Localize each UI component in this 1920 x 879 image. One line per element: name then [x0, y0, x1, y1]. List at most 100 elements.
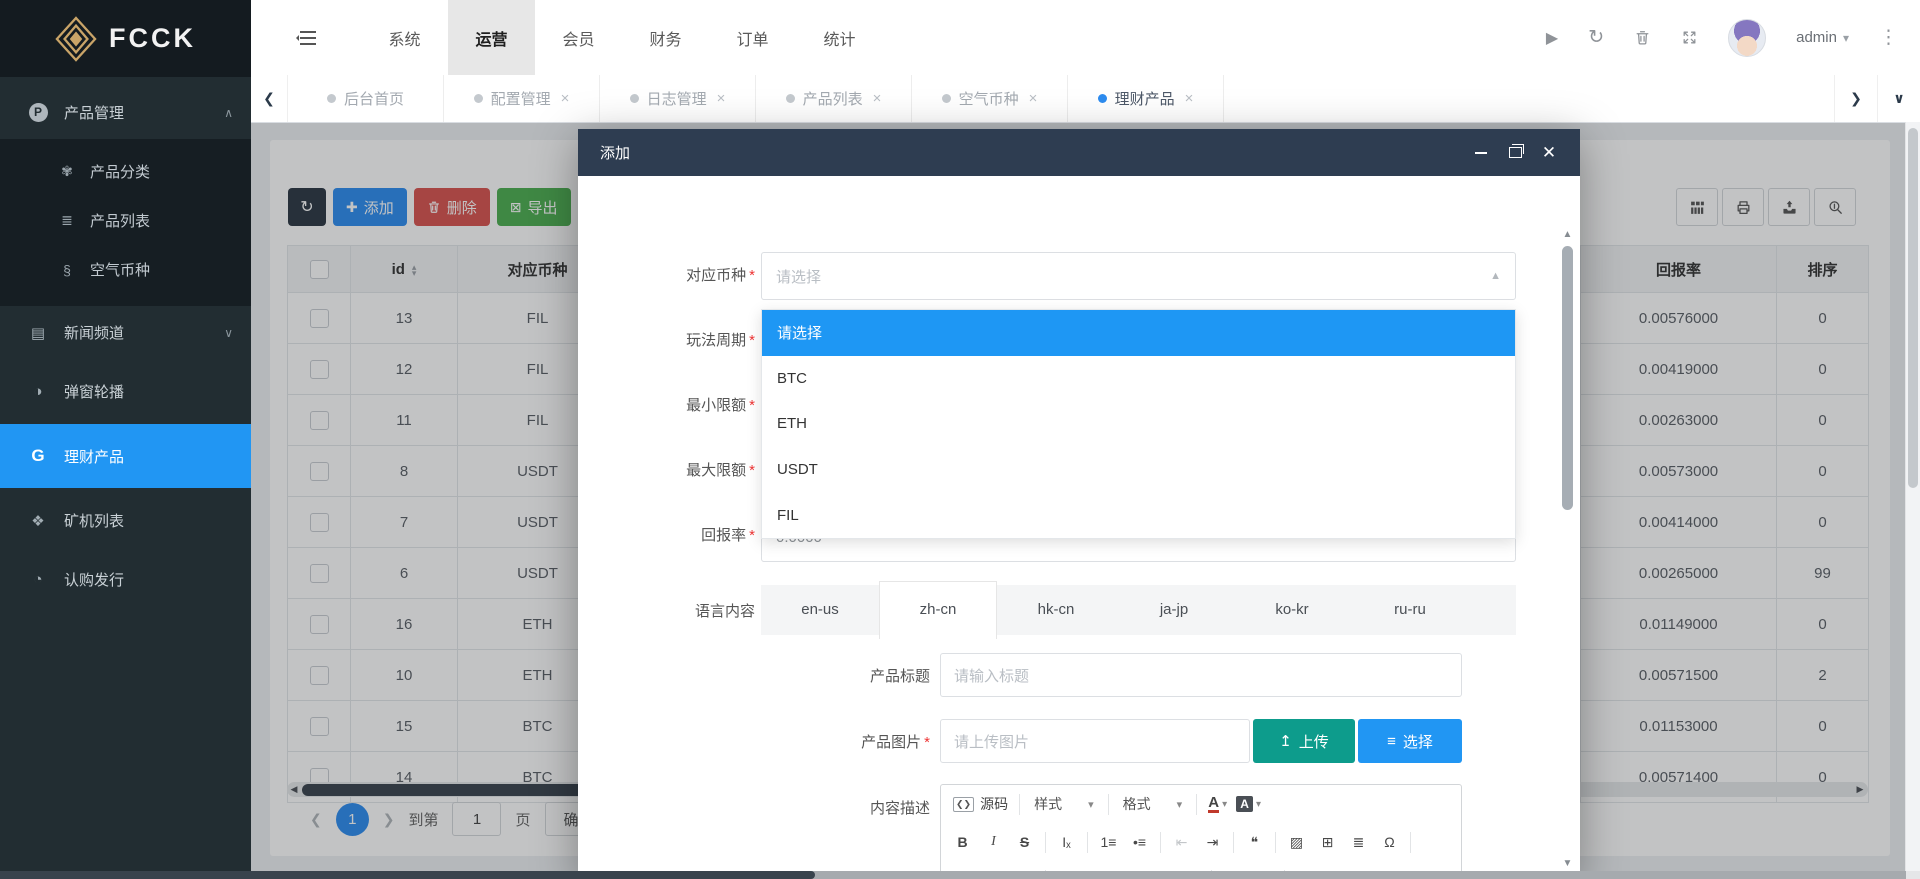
style-select[interactable]: 样式▾ — [1025, 791, 1103, 818]
sidebar-toggle-icon — [296, 31, 316, 45]
bullet-list-icon[interactable]: •≡ — [1124, 828, 1155, 856]
strike-icon[interactable]: S — [1009, 828, 1040, 856]
format-select[interactable]: 格式▾ — [1114, 791, 1192, 818]
minimize-icon[interactable] — [1472, 144, 1490, 162]
text-color-icon[interactable]: A▾ — [1202, 790, 1233, 818]
scroll-up-icon[interactable]: ▲ — [1561, 228, 1574, 242]
currency-select[interactable]: 请选择▲ — [761, 252, 1516, 300]
product-image-input[interactable]: 请上传图片 — [940, 719, 1250, 763]
page-tab[interactable]: 后台首页 — [288, 75, 444, 122]
carousel-icon: ◑ — [26, 383, 50, 400]
nav-item-2[interactable]: 运营 — [448, 0, 535, 75]
remove-format-icon[interactable]: Iₓ — [1051, 828, 1082, 856]
fullscreen-icon[interactable] — [1681, 29, 1698, 46]
tab-close-icon[interactable]: × — [873, 90, 882, 107]
special-char-icon[interactable]: Ω — [1374, 828, 1405, 856]
tab-close-icon[interactable]: × — [1029, 90, 1038, 107]
tabs-scroll-right-button[interactable]: ❯ — [1834, 75, 1877, 122]
page-horizontal-scrollbar[interactable] — [0, 871, 1920, 879]
kebab-menu-icon[interactable]: ⋮ — [1879, 26, 1898, 49]
input-placeholder: 请上传图片 — [954, 731, 1029, 752]
scrollbar-thumb[interactable] — [1908, 128, 1918, 488]
image-icon[interactable]: ▨ — [1281, 828, 1312, 856]
bold-icon[interactable]: B — [947, 828, 978, 856]
required-star: * — [924, 734, 930, 751]
page-tab[interactable]: 日志管理× — [600, 75, 756, 122]
refresh-icon[interactable]: ↻ — [1588, 26, 1604, 49]
sidebar-item-矿机列表[interactable]: ❖矿机列表 — [0, 494, 251, 547]
nav-item-6[interactable]: 统计 — [796, 0, 883, 75]
table-icon[interactable]: ⊞ — [1312, 828, 1343, 856]
dialog-scrollbar[interactable]: ▲ ▼ — [1561, 228, 1574, 871]
choose-button[interactable]: ≡ 选择 — [1358, 719, 1462, 763]
tab-dot-icon — [942, 94, 951, 103]
dialog-header[interactable]: 添加 ✕ — [578, 129, 1580, 176]
sidebar-item-新闻频道[interactable]: ▤新闻频道∨ — [0, 306, 251, 359]
nav-item-5[interactable]: 订单 — [709, 0, 796, 75]
tab-close-icon[interactable]: × — [717, 90, 726, 107]
lang-tab-ru-ru[interactable]: ru-ru — [1351, 585, 1469, 635]
italic-icon[interactable]: I — [978, 828, 1009, 856]
required-star: * — [749, 332, 755, 349]
sidebar-item-产品管理[interactable]: P产品管理∧ — [0, 86, 251, 139]
page-tab[interactable]: 产品列表× — [756, 75, 912, 122]
sidebar-item-产品列表[interactable]: ≣产品列表 — [0, 196, 251, 245]
maximize-icon[interactable] — [1506, 144, 1524, 162]
tabs-menu-button[interactable]: ∨ — [1877, 75, 1920, 122]
tab-dot-icon — [474, 94, 483, 103]
brand-logo: FCCK — [0, 0, 251, 77]
lang-tab-hk-cn[interactable]: hk-cn — [997, 585, 1115, 635]
dropdown-option-请选择[interactable]: 请选择 — [762, 310, 1515, 356]
sidebar-item-理财产品[interactable]: G理财产品 — [0, 424, 251, 488]
dropdown-option-USDT[interactable]: USDT — [762, 447, 1515, 493]
toolbar-separator — [1196, 794, 1197, 815]
play-icon[interactable]: ▶ — [1546, 28, 1558, 48]
close-icon[interactable]: ✕ — [1540, 144, 1558, 162]
tab-close-icon[interactable]: × — [1185, 90, 1194, 107]
dropdown-option-ETH[interactable]: ETH — [762, 401, 1515, 447]
dropdown-option-FIL[interactable]: FIL — [762, 492, 1515, 538]
hr-icon[interactable]: ≣ — [1343, 828, 1374, 856]
scrollbar-thumb[interactable] — [0, 871, 815, 879]
dropdown-option-BTC[interactable]: BTC — [762, 356, 1515, 402]
bg-color-icon[interactable]: A▾ — [1233, 790, 1264, 818]
app-root: FCCK P产品管理∧ ✾产品分类≣产品列表§空气币种 ▤新闻频道∨ ◑弹窗轮播 G理财… — [0, 0, 1920, 879]
user-menu[interactable]: admin ▾ — [1796, 29, 1849, 46]
sidebar-item-空气币种[interactable]: §空气币种 — [0, 245, 251, 294]
source-button[interactable]: ❮❯ 源码 — [947, 794, 1014, 814]
sidebar-menu: P产品管理∧ ✾产品分类≣产品列表§空气币种 ▤新闻频道∨ ◑弹窗轮播 G理财产品 ❖矿机… — [0, 77, 251, 606]
lang-tab-ja-jp[interactable]: ja-jp — [1115, 585, 1233, 635]
blockquote-icon[interactable]: ❝ — [1239, 828, 1270, 856]
tab-close-icon[interactable]: × — [561, 90, 570, 107]
nav-item-4[interactable]: 财务 — [622, 0, 709, 75]
lang-tab-en-us[interactable]: en-us — [761, 585, 879, 635]
user-avatar[interactable] — [1728, 19, 1766, 57]
field-label-最小限额: 最小限额* — [578, 394, 755, 415]
lang-tab-zh-cn[interactable]: zh-cn — [879, 581, 997, 639]
scroll-down-icon[interactable]: ▼ — [1561, 857, 1574, 871]
toolbar-separator — [1019, 794, 1020, 815]
editor-toolbar-row2: BISIₓ1≡•≡⇤⇥❝▨⊞≣Ω — [941, 823, 1461, 861]
ordered-list-icon[interactable]: 1≡ — [1093, 828, 1124, 856]
sidebar-toggle-button[interactable] — [251, 0, 361, 75]
page-vertical-scrollbar[interactable] — [1905, 122, 1920, 871]
scrollbar-thumb[interactable] — [1562, 246, 1573, 510]
lang-tab-ko-kr[interactable]: ko-kr — [1233, 585, 1351, 635]
trash-icon[interactable] — [1634, 29, 1651, 46]
nav-item-1[interactable]: 系统 — [361, 0, 448, 75]
indent-icon[interactable]: ⇥ — [1197, 828, 1228, 856]
tabs-scroll-left-button[interactable]: ❮ — [251, 75, 288, 122]
sidebar-item-弹窗轮播[interactable]: ◑弹窗轮播 — [0, 365, 251, 418]
page-tab[interactable]: 空气币种× — [912, 75, 1068, 122]
page-tab[interactable]: 理财产品× — [1068, 75, 1224, 122]
nav-menu: 系统运营会员财务订单统计 — [361, 0, 883, 75]
field-label-玩法周期: 玩法周期* — [578, 329, 755, 350]
sidebar-item-产品分类[interactable]: ✾产品分类 — [0, 147, 251, 196]
nav-item-3[interactable]: 会员 — [535, 0, 622, 75]
page-tabbar: ❮ 后台首页配置管理×日志管理×产品列表×空气币种×理财产品× ❯ ∨ — [251, 75, 1920, 123]
sidebar-item-认购发行[interactable]: ◔认购发行 — [0, 553, 251, 606]
product-title-input[interactable]: 请输入标题 — [940, 653, 1462, 697]
user-name: admin — [1796, 29, 1837, 46]
page-tab[interactable]: 配置管理× — [444, 75, 600, 122]
upload-button[interactable]: ↥ 上传 — [1253, 719, 1355, 763]
